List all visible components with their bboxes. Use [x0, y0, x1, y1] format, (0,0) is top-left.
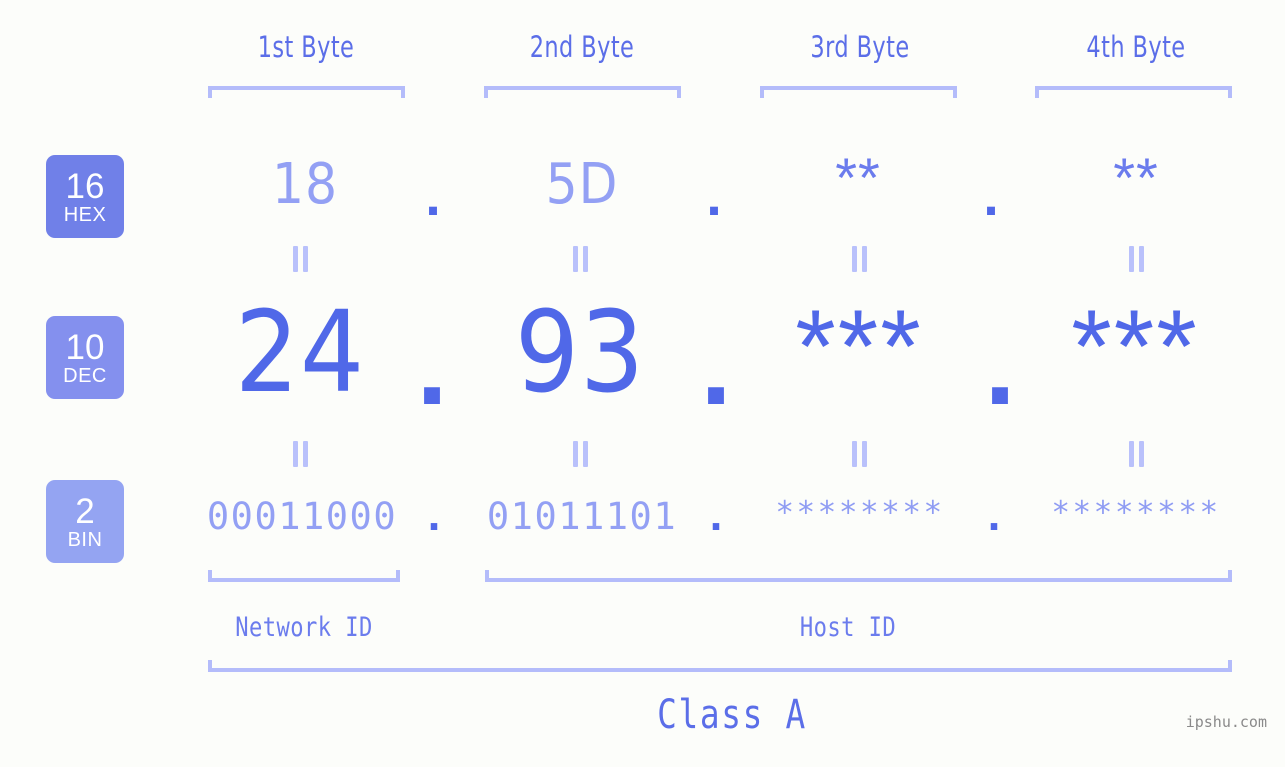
- base-badge-hex-name: HEX: [63, 203, 107, 226]
- base-badge-hex-number: 16: [65, 166, 105, 206]
- byte-header-3: 3rd Byte: [810, 30, 910, 64]
- site-watermark: ipshu.com: [1185, 713, 1267, 731]
- bin-byte-4: ********: [1051, 495, 1221, 531]
- ip-breakdown-diagram: 1st Byte 2nd Byte 3rd Byte 4th Byte 16 H…: [0, 0, 1285, 767]
- network-id-bracket: [208, 570, 400, 582]
- dec-separator-2: .: [700, 303, 732, 428]
- bin-byte-1: 00011000: [206, 495, 398, 538]
- base-badge-dec-number: 10: [65, 327, 105, 367]
- dec-byte-4: ***: [1071, 289, 1199, 405]
- byte-bracket-4: [1035, 86, 1232, 98]
- hex-separator-3: .: [983, 164, 999, 227]
- equals-connector-dec-bin-4: [1128, 441, 1145, 467]
- equals-connector-hex-dec-4: [1128, 246, 1145, 272]
- base-badge-bin-number: 2: [75, 491, 95, 531]
- hex-separator-1: .: [425, 164, 441, 227]
- host-id-bracket: [485, 570, 1232, 582]
- equals-connector-hex-dec-2: [572, 246, 589, 272]
- bin-byte-2: 01011101: [486, 495, 678, 538]
- hex-byte-2: 5D: [545, 152, 619, 217]
- bin-separator-1: .: [427, 488, 441, 540]
- dec-byte-1: 24: [234, 288, 366, 418]
- byte-header-2: 2nd Byte: [529, 30, 635, 64]
- dec-byte-2: 93: [514, 288, 646, 418]
- byte-header-1: 1st Byte: [257, 30, 355, 64]
- base-badge-hex[interactable]: 16 HEX: [46, 155, 124, 238]
- equals-connector-dec-bin-2: [572, 441, 589, 467]
- base-badge-dec-name: DEC: [63, 364, 107, 387]
- class-label: Class A: [657, 692, 807, 738]
- byte-header-4: 4th Byte: [1086, 30, 1186, 64]
- equals-connector-dec-bin-1: [292, 441, 309, 467]
- equals-connector-hex-dec-3: [851, 246, 868, 272]
- dec-separator-3: .: [984, 303, 1016, 428]
- dec-separator-1: .: [416, 303, 448, 428]
- bin-separator-2: .: [709, 488, 723, 540]
- byte-bracket-2: [484, 86, 681, 98]
- host-id-label: Host ID: [799, 612, 897, 643]
- base-badge-dec[interactable]: 10 DEC: [46, 316, 124, 399]
- equals-connector-hex-dec-1: [292, 246, 309, 272]
- dec-byte-3: ***: [795, 289, 923, 405]
- byte-bracket-3: [760, 86, 957, 98]
- bin-byte-3: ********: [775, 495, 945, 531]
- hex-byte-3: **: [835, 146, 881, 209]
- hex-byte-4: **: [1113, 146, 1159, 209]
- equals-connector-dec-bin-3: [851, 441, 868, 467]
- hex-separator-2: .: [706, 164, 722, 227]
- byte-bracket-1: [208, 86, 405, 98]
- network-id-label: Network ID: [235, 612, 373, 643]
- base-badge-bin-name: BIN: [67, 528, 103, 551]
- bin-separator-3: .: [987, 488, 1001, 540]
- base-badge-bin[interactable]: 2 BIN: [46, 480, 124, 563]
- hex-byte-1: 18: [271, 152, 339, 217]
- class-bracket: [208, 660, 1232, 672]
